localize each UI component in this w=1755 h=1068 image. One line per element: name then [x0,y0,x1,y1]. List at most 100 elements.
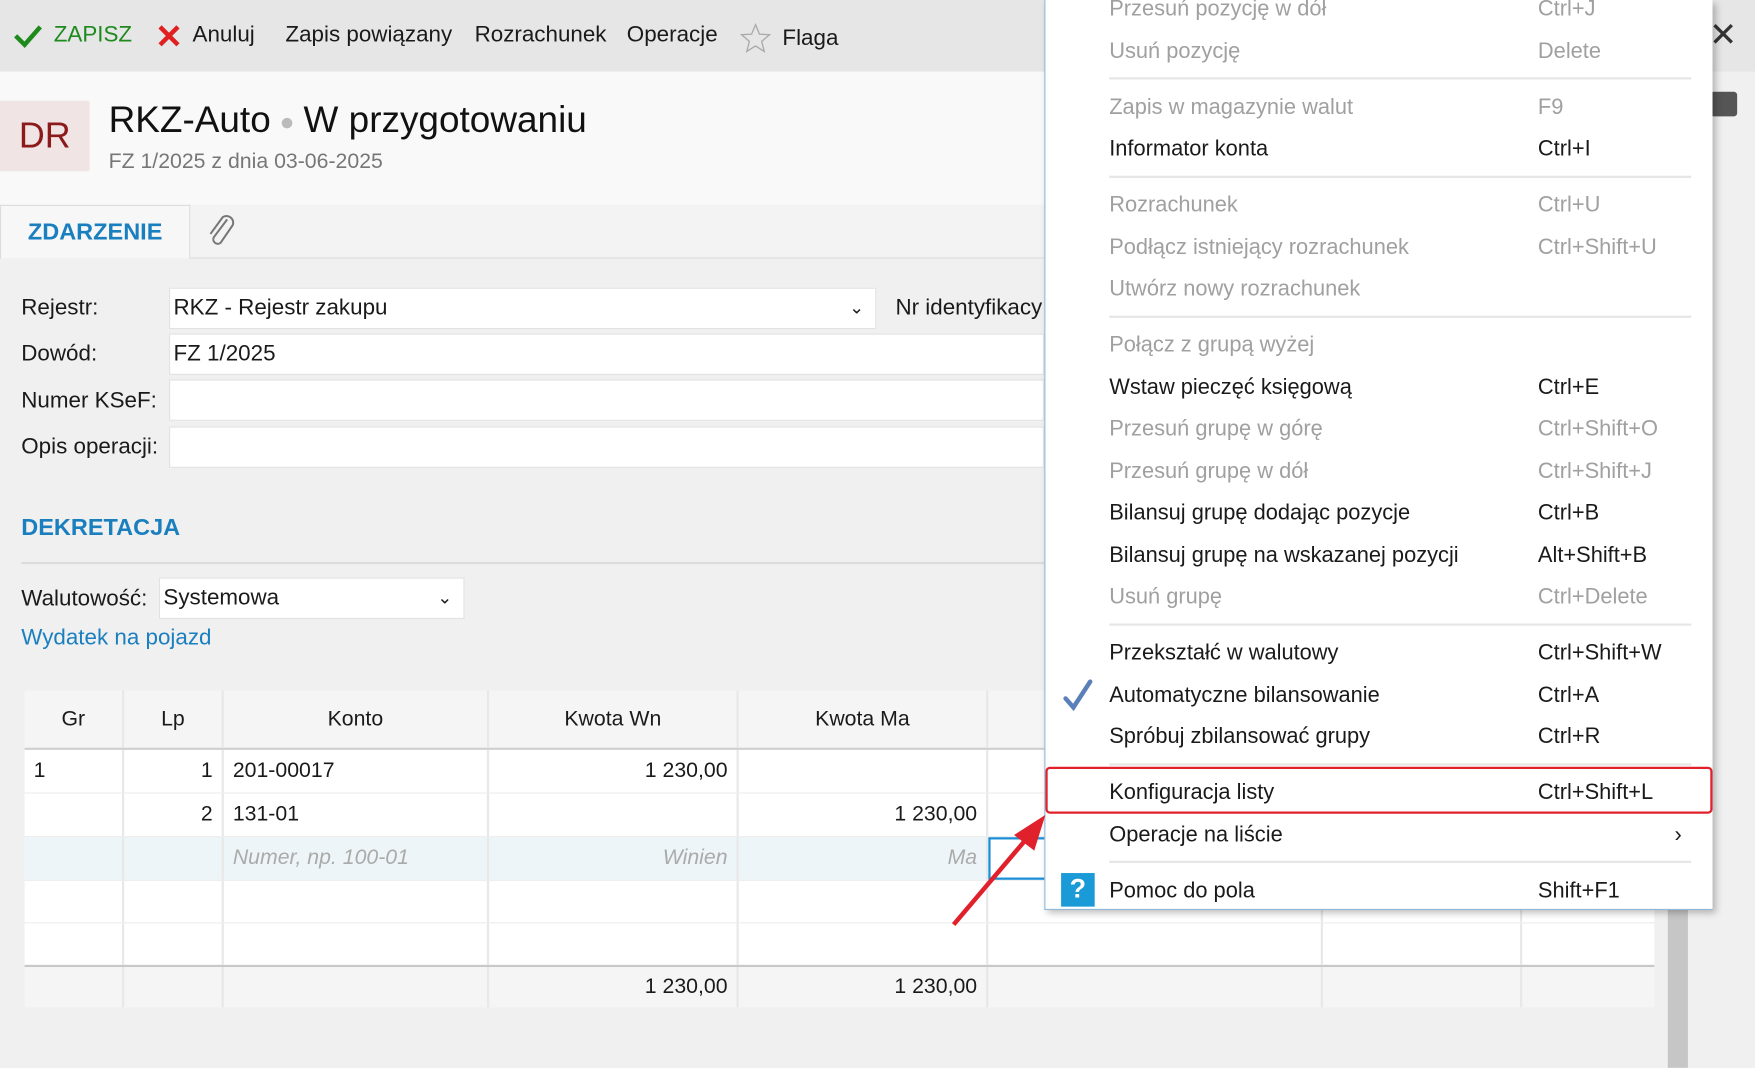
menu-item-shortcut: Ctrl+E [1537,374,1600,400]
vehicle-expense-link[interactable]: Wydatek na pojazd [21,626,211,652]
column-header-kwota-wn[interactable]: Kwota Wn [489,690,739,748]
menu-item-przesun-grupe-w-dol: Przesuń grupę w dół Ctrl+Shift+J [1045,450,1712,492]
flag-label: Flaga [782,25,839,50]
document-input[interactable]: FZ 1/2025 [169,333,1045,375]
menu-item-wstaw-pieczec-ksiegowa[interactable]: Wstaw pieczęć księgową Ctrl+E [1045,366,1712,408]
linked-entry-button[interactable]: Zapis powiązany [285,22,452,48]
cell-gr[interactable] [25,793,125,837]
menu-item-przesun-pozycje-w-dol: Przesuń pozycję w dół Ctrl+J [1045,0,1712,30]
menu-item-label: Informator konta [1109,136,1269,162]
document-type-badge: DR [0,100,90,172]
menu-item-zapis-w-magazynie-walut: Zapis w magazynie walut F9 [1045,86,1712,128]
menu-item-label: Automatyczne bilansowanie [1109,682,1380,708]
menu-item-shortcut: Delete [1537,38,1602,64]
star-icon [739,22,772,53]
cell-konto[interactable]: 201-00017 [224,749,490,793]
menu-item-przeksztalc-w-walutowy[interactable]: Przekształć w walutowy Ctrl+Shift+W [1045,632,1712,674]
menu-item-bilansuj-grupe-na-wskazanej-pozycji[interactable]: Bilansuj grupę na wskazanej pozycji Alt+S… [1045,534,1712,576]
cell-lp[interactable] [124,837,224,880]
context-menu: Przesuń pozycję w dół Ctrl+J Usuń pozycję D… [1044,0,1713,910]
description-input[interactable] [169,426,1045,468]
cell-lp[interactable]: 1 [124,749,224,793]
menu-item-shortcut: Ctrl+A [1537,682,1600,708]
menu-item-polacz-z-grupa-wyzej: Połącz z grupą wyżej [1045,324,1712,366]
kwota-wn-input[interactable]: Winien [489,837,739,880]
menu-item-label: Bilansuj grupę na wskazanej pozycji [1109,542,1459,568]
register-select[interactable]: RKZ - Rejestr zakupu ⌄ [169,287,877,330]
menu-item-label: Spróbuj zbilansować grupy [1109,724,1371,750]
menu-item-label: Usuń grupę [1109,584,1223,610]
menu-item-konfiguracja-listy[interactable]: Konfiguracja listy Ctrl+Shift+L [1045,771,1712,813]
currency-select[interactable]: Systemowa ⌄ [158,577,465,619]
menu-item-label: Przesuń pozycję w dół [1109,0,1327,22]
cell-kwota-wn[interactable]: 1 230,00 [489,749,739,793]
document-label: Dowód: [21,341,98,367]
table-footer: 1 230,00 1 230,00 [24,967,1655,1008]
menu-item-label: Przekształć w walutowy [1109,640,1339,666]
settlement-button[interactable]: Rozrachunek [475,22,607,48]
menu-separator [1109,861,1692,864]
column-header-kwota-ma[interactable]: Kwota Ma [739,690,989,748]
menu-item-sprobuj-zbilansowac-grupy[interactable]: Spróbuj zbilansować grupy Ctrl+R [1045,716,1712,758]
table-row [24,923,1655,968]
currency-label: Walutowość: [21,586,148,612]
cell-lp[interactable]: 2 [124,793,224,837]
menu-item-label: Przesuń grupę w dół [1109,458,1309,484]
menu-item-shortcut: Shift+F1 [1537,878,1620,903]
menu-item-bilansuj-grupe-dodajac-pozycje[interactable]: Bilansuj grupę dodając pozycje Ctrl+B [1045,492,1712,534]
menu-item-rozrachunek: Rozrachunek Ctrl+U [1045,184,1712,226]
cell-konto[interactable]: 131-01 [224,793,490,837]
column-header-lp[interactable]: Lp [124,690,224,748]
menu-item-label: Rozrachunek [1109,192,1238,218]
cell-kwota-ma[interactable] [739,749,989,793]
page-title: RKZ-Auto ● W przygotowaniu [108,98,587,140]
menu-item-label: Przesuń grupę w górę [1109,416,1323,442]
id-number-label: Nr identyfikacy [895,295,1043,321]
menu-item-shortcut: Ctrl+Shift+L [1537,780,1654,806]
ksef-label: Numer KSeF: [21,388,157,414]
cell-gr[interactable] [25,837,125,880]
menu-item-usun-pozycje: Usuń pozycję Delete [1045,30,1712,72]
cancel-button[interactable]: Anuluj [157,22,255,48]
attachment-tab[interactable] [205,213,239,254]
menu-item-shortcut: Ctrl+I [1537,136,1591,162]
menu-item-label: Konfiguracja listy [1109,780,1275,806]
currency-value: Systemowa [163,585,280,611]
menu-item-label: Pomoc do pola [1109,878,1255,903]
cell-gr[interactable]: 1 [25,749,125,793]
save-button[interactable]: ZAPISZ [13,22,132,48]
description-label: Opis operacji: [21,434,159,459]
menu-item-shortcut: Ctrl+U [1537,192,1601,218]
menu-separator [1109,623,1692,626]
menu-item-przesun-grupe-w-gore: Przesuń grupę w górę Ctrl+Shift+O [1045,408,1712,450]
menu-item-shortcut: Alt+Shift+B [1537,542,1648,568]
tab-event[interactable]: ZDARZENIE [0,204,191,259]
close-x-icon [158,24,180,46]
red-arrow-annotation [951,814,1046,926]
menu-item-informator-konta[interactable]: Informator konta Ctrl+I [1045,128,1712,170]
konto-input[interactable]: Numer, np. 100-01 [224,837,490,880]
help-icon: ? [1061,872,1095,907]
menu-item-automatyczne-bilansowanie[interactable]: Automatyczne bilansowanie Ctrl+A [1045,674,1712,716]
close-window-icon[interactable]: ✕ [1709,16,1737,55]
submenu-arrow-icon: › [1674,822,1682,848]
ksef-input[interactable] [169,379,1045,421]
flag-button[interactable]: Flaga [739,22,839,53]
comment-icon[interactable] [1710,91,1738,117]
menu-item-podlacz-istniejacy-rozrachunek: Podłącz istniejący rozrachunek Ctrl+Shift… [1045,226,1712,268]
cell-kwota-wn[interactable] [489,793,739,837]
menu-item-pomoc-do-pola[interactable]: Pomoc do pola Shift+F1? [1045,869,1712,908]
paperclip-icon [209,215,235,245]
menu-item-operacje-na-liscie[interactable]: Operacje na liście › [1045,813,1712,855]
vertical-scrollbar[interactable] [1667,895,1688,1068]
column-header-gr[interactable]: Gr [25,690,125,748]
column-header-konto[interactable]: Konto [224,690,490,748]
menu-item-label: Operacje na liście [1109,822,1283,848]
document-subtitle: FZ 1/2025 z dnia 03-06-2025 [108,149,383,174]
total-ma: 1 230,00 [739,967,989,1008]
menu-item-shortcut: Ctrl+Delete [1537,584,1648,610]
menu-item-label: Połącz z grupą wyżej [1109,332,1315,358]
section-divider [21,561,1045,565]
register-label: Rejestr: [21,295,99,321]
operations-button[interactable]: Operacje [627,22,718,48]
